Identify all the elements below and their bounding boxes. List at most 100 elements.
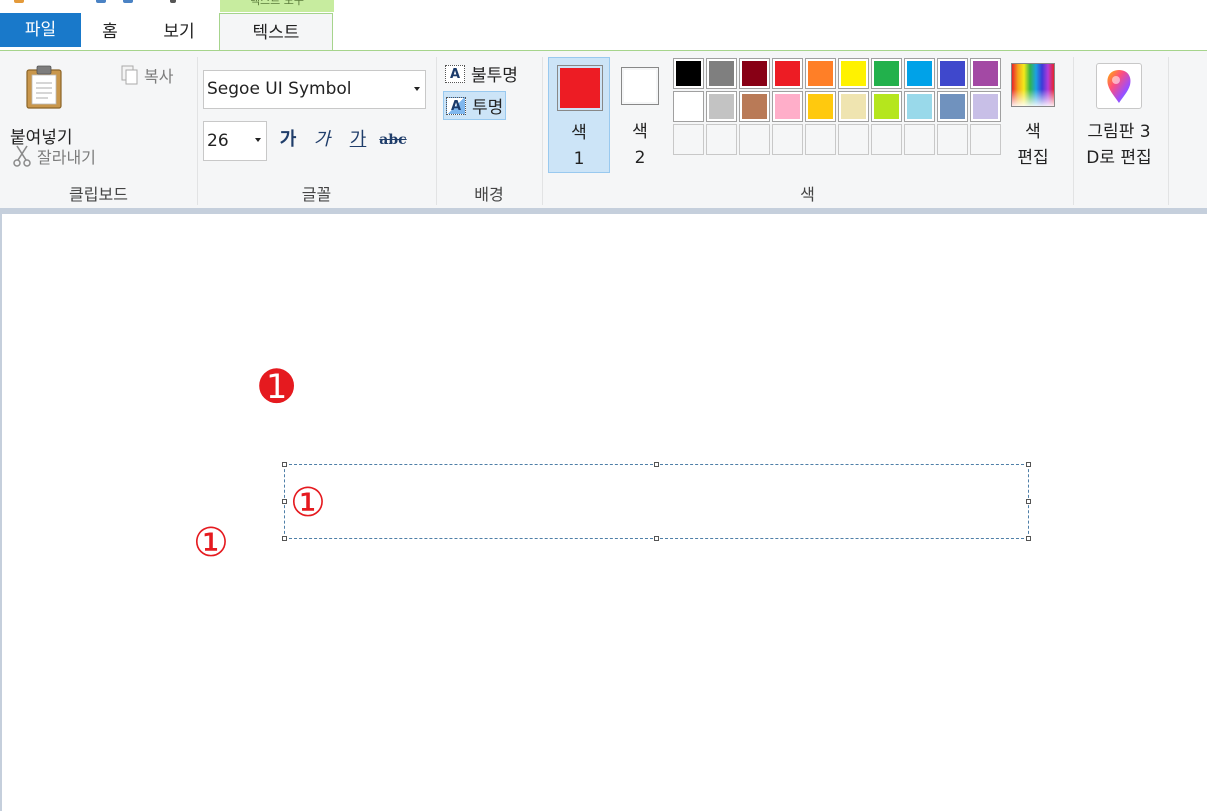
italic-button[interactable]: 가 — [309, 127, 335, 153]
palette-custom-slot[interactable] — [706, 124, 737, 155]
transparent-button[interactable]: A 투명 — [443, 91, 507, 120]
color2-label: 색 2 — [632, 122, 648, 168]
color1-button[interactable]: 색 1 — [548, 57, 610, 173]
palette-custom-slot[interactable] — [805, 124, 836, 155]
cut-label: 잘라내기 — [37, 148, 96, 167]
palette-color-swatch[interactable] — [739, 58, 770, 89]
resize-handle[interactable] — [654, 462, 659, 467]
swatch-fill — [874, 94, 899, 119]
color1-swatch — [557, 65, 603, 111]
palette-color-swatch[interactable] — [739, 91, 770, 122]
resize-handle[interactable] — [282, 462, 287, 467]
opaque-label: 불투명 — [471, 66, 518, 86]
palette-color-swatch[interactable] — [904, 58, 935, 89]
tab-text[interactable]: 텍스트 — [219, 13, 333, 51]
palette-color-swatch[interactable] — [706, 91, 737, 122]
palette-color-swatch[interactable] — [970, 58, 1001, 89]
palette-color-swatch[interactable] — [805, 91, 836, 122]
palette-custom-slot[interactable] — [673, 124, 704, 155]
swatch-fill — [775, 94, 800, 119]
tab-view[interactable]: 보기 — [139, 13, 219, 51]
font-size-value: 26 — [207, 131, 229, 151]
resize-handle[interactable] — [282, 499, 287, 504]
paste-button[interactable]: 붙여넣기 — [8, 59, 84, 149]
palette-color-swatch[interactable] — [805, 58, 836, 89]
resize-handle[interactable] — [654, 536, 659, 541]
palette-color-swatch[interactable] — [904, 91, 935, 122]
underline-button[interactable]: 가 — [345, 127, 371, 153]
swatch-fill — [940, 94, 965, 119]
tab-home[interactable]: 홈 — [81, 13, 139, 51]
swatch-fill — [874, 61, 899, 86]
font-family-select[interactable]: Segoe UI Symbol — [203, 70, 426, 109]
swatch-fill — [709, 61, 734, 86]
chevron-down-icon — [414, 87, 420, 91]
palette-color-swatch[interactable] — [772, 91, 803, 122]
tab-bar: 텍스트 도구 파일 홈 보기 텍스트 — [0, 0, 1207, 51]
background-group-label: 배경 — [474, 185, 504, 204]
palette-color-swatch[interactable] — [970, 91, 1001, 122]
filled-circled-one-glyph: ➊ — [259, 362, 295, 411]
palette-custom-slot[interactable] — [904, 124, 935, 155]
edit-with-paint3d-button[interactable]: 그림판 3 D로 편집 — [1077, 57, 1161, 173]
swatch-fill — [775, 61, 800, 86]
copy-button[interactable]: 복사 — [121, 63, 173, 87]
canvas-border — [0, 214, 2, 811]
palette-custom-slot[interactable] — [838, 124, 869, 155]
qat-dropdown-icon[interactable] — [170, 0, 176, 3]
cut-button[interactable]: 잘라내기 — [12, 144, 96, 168]
swatch-fill — [808, 61, 833, 86]
strikethrough-button[interactable]: abc — [378, 127, 408, 153]
opaque-button[interactable]: A 불투명 — [443, 59, 520, 88]
ribbon: 붙여넣기 복사 잘라내기 클립보드 Segoe UI Symbol 26 가 가… — [0, 51, 1207, 210]
redo-icon[interactable] — [123, 0, 133, 3]
text-input-box[interactable]: ① — [282, 462, 1031, 541]
palette-color-swatch[interactable] — [871, 58, 902, 89]
transparent-a-icon: A — [446, 96, 466, 115]
color1-label: 색 1 — [571, 123, 587, 169]
resize-handle[interactable] — [282, 536, 287, 541]
chevron-down-icon — [255, 138, 261, 142]
group-separator — [1073, 57, 1074, 205]
palette-color-swatch[interactable] — [937, 58, 968, 89]
scissors-icon — [13, 145, 31, 167]
textbox-circled-one-glyph[interactable]: ① — [290, 483, 326, 523]
resize-handle[interactable] — [1026, 462, 1031, 467]
resize-handle[interactable] — [1026, 499, 1031, 504]
undo-icon[interactable] — [96, 0, 106, 3]
save-icon[interactable] — [14, 0, 24, 3]
palette-color-swatch[interactable] — [838, 58, 869, 89]
opaque-a-icon: A — [445, 64, 465, 83]
palette-color-swatch[interactable] — [871, 91, 902, 122]
palette-custom-slot[interactable] — [739, 124, 770, 155]
tab-file[interactable]: 파일 — [0, 13, 81, 47]
palette-custom-slot[interactable] — [772, 124, 803, 155]
palette-color-swatch[interactable] — [673, 58, 704, 89]
bold-button[interactable]: 가 — [275, 127, 301, 153]
palette-color-swatch[interactable] — [706, 58, 737, 89]
font-family-value: Segoe UI Symbol — [207, 79, 352, 99]
palette-custom-slot[interactable] — [937, 124, 968, 155]
palette-custom-slot[interactable] — [871, 124, 902, 155]
swatch-fill — [940, 61, 965, 86]
swatch-fill — [676, 94, 701, 119]
resize-handle[interactable] — [1026, 536, 1031, 541]
swatch-fill — [973, 61, 998, 86]
swatch-fill — [907, 94, 932, 119]
edit-colors-button[interactable]: 색 편집 — [1004, 57, 1062, 173]
palette-color-swatch[interactable] — [772, 58, 803, 89]
swatch-fill — [808, 94, 833, 119]
palette-color-swatch[interactable] — [838, 91, 869, 122]
palette-color-swatch[interactable] — [937, 91, 968, 122]
palette-color-swatch[interactable] — [673, 91, 704, 122]
clipboard-icon — [26, 65, 62, 109]
palette-custom-slot[interactable] — [970, 124, 1001, 155]
swatch-fill — [841, 61, 866, 86]
swatch-fill — [907, 61, 932, 86]
color2-button[interactable]: 색 2 — [609, 57, 671, 173]
font-size-select[interactable]: 26 — [203, 121, 267, 161]
quick-access-toolbar[interactable] — [0, 0, 200, 5]
paint3d-label: 그림판 3 D로 편집 — [1086, 122, 1152, 168]
swatch-fill — [742, 94, 767, 119]
colors-group-label: 색 — [800, 185, 815, 204]
